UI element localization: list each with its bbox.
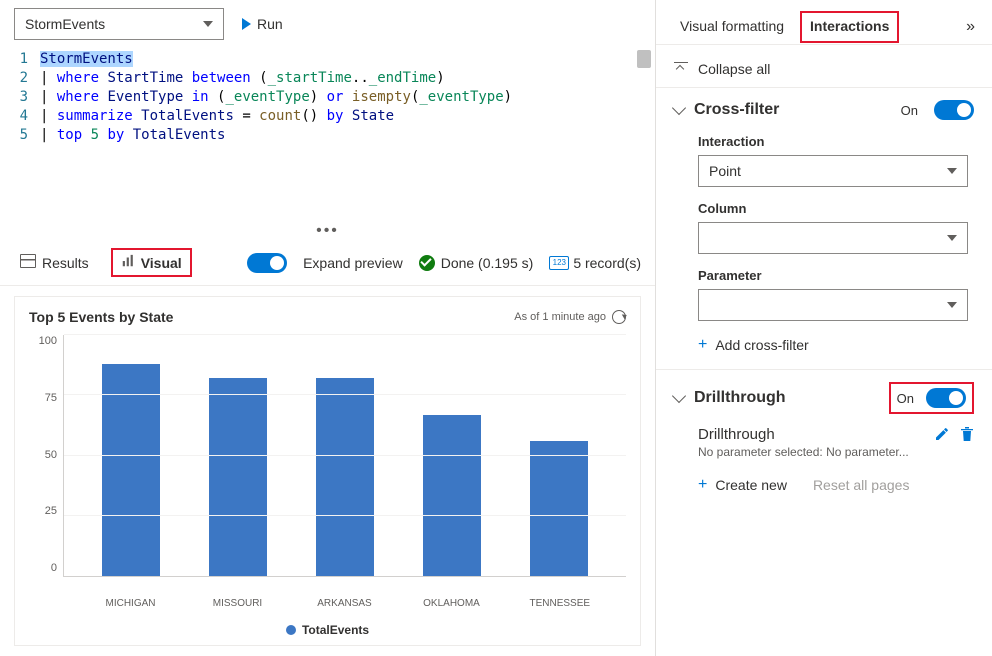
tab-interactions[interactable]: Interactions [800, 11, 899, 43]
run-button[interactable]: Run [236, 12, 289, 36]
column-dropdown[interactable] [698, 222, 968, 254]
expand-preview-toggle[interactable] [247, 253, 287, 273]
run-label: Run [257, 16, 283, 32]
datasource-dropdown[interactable]: StormEvents [14, 8, 224, 40]
interaction-label: Interaction [698, 134, 974, 149]
tab-results[interactable]: Results [14, 250, 95, 275]
line-gutter: 1 2 3 4 5 [0, 50, 40, 222]
parameter-label: Parameter [698, 268, 974, 283]
table-icon [20, 254, 36, 271]
plus-icon: + [698, 338, 707, 352]
chevron-down-icon[interactable] [672, 101, 686, 115]
scrollbar[interactable] [637, 50, 651, 68]
chart-plot-area[interactable] [63, 335, 626, 577]
bar-tennessee[interactable] [530, 441, 588, 576]
crossfilter-state: On [901, 103, 918, 118]
x-label: TENNESSEE [530, 598, 588, 609]
legend-swatch [286, 625, 296, 635]
expand-preview-label: Expand preview [303, 255, 403, 271]
section-drillthrough: Drillthrough On Drillthrough No paramete… [656, 369, 992, 509]
chart-card: Top 5 Events by State As of 1 minute ago… [14, 296, 641, 646]
play-icon [242, 18, 251, 30]
bar-missouri[interactable] [209, 378, 267, 576]
bar-michigan[interactable] [102, 364, 160, 576]
plus-icon: + [698, 478, 707, 492]
drill-item-subtitle: No parameter selected: No parameter... [698, 445, 924, 459]
chart-legend: TotalEvents [29, 623, 626, 637]
section-crossfilter: Cross-filter On Interaction Point Column… [656, 87, 992, 369]
query-editor[interactable]: 1 2 3 4 5 StormEvents| where StartTime b… [0, 44, 655, 222]
x-label: OKLAHOMA [423, 598, 481, 609]
x-label: MISSOURI [209, 598, 267, 609]
code-content[interactable]: StormEvents| where StartTime between (_s… [40, 50, 655, 222]
add-crossfilter-button[interactable]: + Add cross-filter [698, 337, 974, 353]
interaction-dropdown[interactable]: Point [698, 155, 968, 187]
chevron-down-icon [947, 168, 957, 174]
collapse-all-button[interactable]: Collapse all [656, 45, 992, 87]
collapse-icon [674, 62, 688, 76]
chevron-down-icon [947, 302, 957, 308]
tab-visual-formatting[interactable]: Visual formatting [670, 10, 794, 44]
y-axis: 1007550250 [29, 335, 63, 592]
reset-all-pages: Reset all pages [813, 477, 910, 493]
chevron-down-icon [203, 21, 213, 27]
crossfilter-title: Cross-filter [694, 101, 891, 119]
tab-visual[interactable]: Visual [111, 248, 192, 277]
x-label: MICHIGAN [102, 598, 160, 609]
chart-asof: As of 1 minute ago [514, 310, 626, 324]
datasource-value: StormEvents [25, 16, 105, 32]
create-new-button[interactable]: + Create new [698, 477, 787, 493]
chart-title: Top 5 Events by State [29, 309, 173, 325]
bar-arkansas[interactable] [316, 378, 374, 576]
visual-label: Visual [141, 255, 182, 271]
crossfilter-toggle[interactable] [934, 100, 974, 120]
bar-oklahoma[interactable] [423, 415, 481, 576]
results-label: Results [42, 255, 89, 271]
drill-state: On [897, 391, 914, 406]
check-icon [419, 255, 435, 271]
parameter-dropdown[interactable] [698, 289, 968, 321]
chart-icon [121, 254, 135, 271]
chevron-down-icon [947, 235, 957, 241]
drill-title: Drillthrough [694, 389, 879, 407]
refresh-icon[interactable] [612, 310, 626, 324]
more-icon[interactable]: » [960, 12, 978, 42]
x-label: ARKANSAS [316, 598, 374, 609]
edit-icon[interactable] [934, 426, 950, 442]
drillthrough-toggle[interactable] [926, 388, 966, 408]
delete-icon[interactable] [960, 426, 974, 442]
column-label: Column [698, 201, 974, 216]
chevron-down-icon[interactable] [672, 389, 686, 403]
record-count: 123 5 record(s) [549, 255, 641, 271]
records-icon: 123 [549, 256, 569, 270]
x-axis-labels: MICHIGAN MISSOURI ARKANSAS OKLAHOMA TENNESSE… [29, 592, 626, 609]
splitter-handle[interactable]: ••• [0, 222, 655, 240]
drill-item-title: Drillthrough [698, 426, 924, 443]
status-done: Done (0.195 s) [419, 255, 534, 271]
